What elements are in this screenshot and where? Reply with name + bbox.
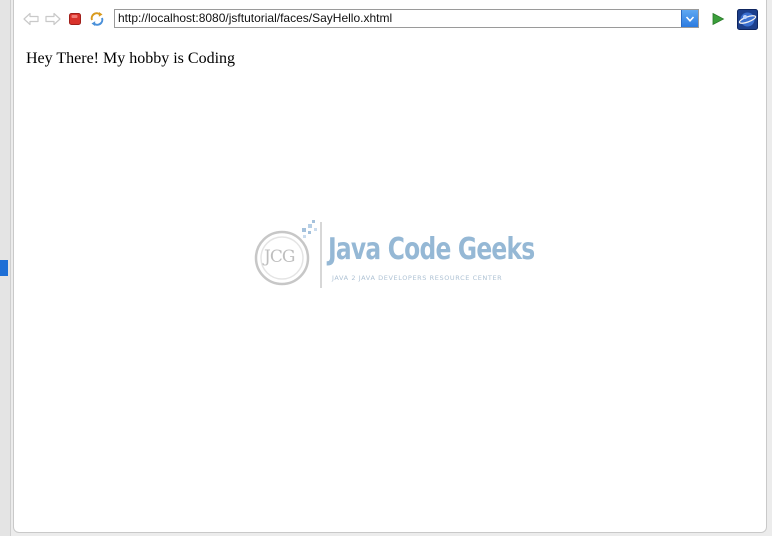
browser-window: Hey There! My hobby is Coding JCG Java C… (13, 0, 767, 533)
refresh-icon (90, 12, 104, 26)
watermark-tagline: JAVA 2 JAVA DEVELOPERS RESOURCE CENTER (332, 274, 503, 282)
greeting-text: Hey There! My hobby is Coding (26, 50, 236, 67)
forward-arrow-icon (45, 12, 61, 26)
back-button[interactable] (22, 10, 40, 28)
watermark-logo: JCG Java Code Geeks JAVA 2 JAVA DEVELOPE… (250, 218, 535, 292)
play-icon (712, 12, 725, 26)
eclipse-globe-icon (737, 9, 758, 30)
browser-toolbar (14, 0, 766, 38)
forward-button[interactable] (44, 10, 62, 28)
refresh-button[interactable] (88, 10, 106, 28)
stop-icon (69, 13, 81, 25)
address-bar (114, 9, 699, 28)
watermark-brand: Java Code Geeks (328, 232, 535, 267)
external-browser-button[interactable] (737, 9, 758, 30)
left-panel-marker (0, 260, 8, 276)
url-history-dropdown[interactable] (681, 10, 698, 27)
url-input[interactable] (115, 10, 683, 27)
page-content: Hey There! My hobby is Coding JCG Java C… (14, 38, 766, 532)
watermark-monogram: JCG (264, 247, 295, 267)
back-arrow-icon (23, 12, 39, 26)
go-button[interactable] (709, 10, 727, 28)
stop-button[interactable] (66, 10, 84, 28)
chevron-down-icon (685, 15, 695, 22)
